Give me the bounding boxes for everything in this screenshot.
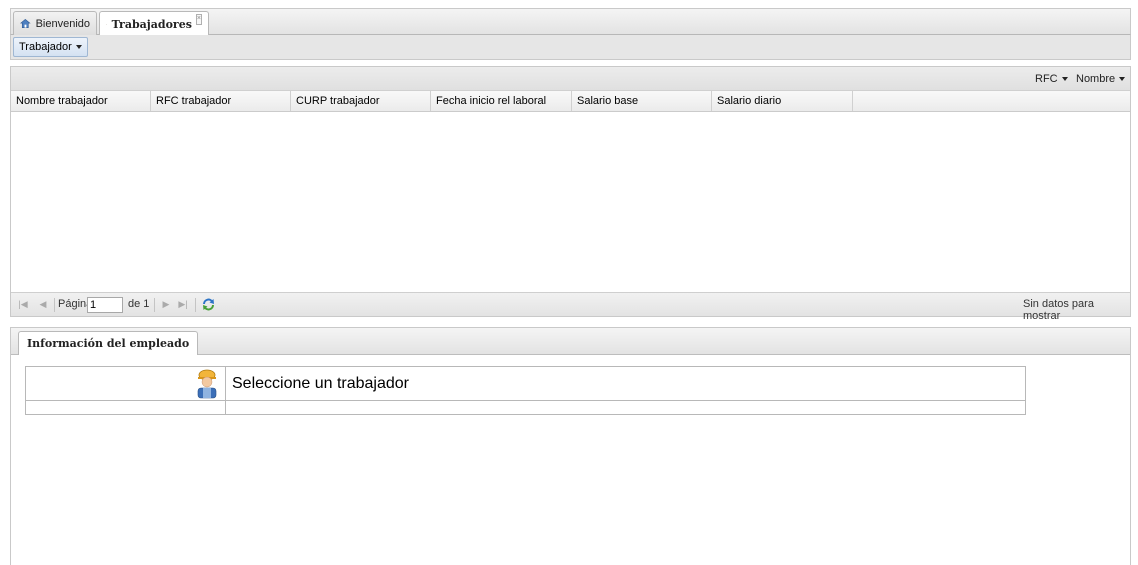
- empty-grid-message: Sin datos para mostrar: [1023, 298, 1094, 322]
- sort-rfc-label: RFC: [1035, 73, 1058, 85]
- tab-informacion-empleado[interactable]: Información del empleado: [18, 331, 199, 355]
- tab-bienvenido-label: Bienvenido: [35, 17, 90, 30]
- previous-page-icon[interactable]: ◀: [38, 299, 48, 310]
- page-of-label: de 1: [128, 298, 150, 310]
- employee-info-panel: Información del empleado Seleccione un t…: [10, 327, 1131, 565]
- tab-trabajadores[interactable]: Trabajadores ×: [99, 11, 209, 36]
- menu-toolbar: Trabajador: [10, 35, 1131, 60]
- refresh-icon[interactable]: [201, 297, 216, 312]
- col-nombre-trabajador[interactable]: Nombre trabajador: [11, 91, 151, 111]
- sort-rfc-button[interactable]: RFC: [1035, 73, 1068, 85]
- page-number-input[interactable]: [87, 297, 123, 313]
- tab-trabajadores-label: Trabajadores: [111, 17, 192, 31]
- col-salario-diario[interactable]: Salario diario: [712, 91, 853, 111]
- employee-detail-cell: [26, 401, 226, 414]
- col-curp-trabajador[interactable]: CURP trabajador: [291, 91, 431, 111]
- sort-nombre-label: Nombre: [1076, 73, 1116, 85]
- col-rfc-trabajador[interactable]: RFC trabajador: [151, 91, 291, 111]
- grid-body: [11, 112, 1130, 292]
- worker-avatar-icon: [197, 369, 217, 399]
- chevron-down-icon: [1119, 77, 1126, 81]
- grid-column-headers: Nombre trabajador RFC trabajador CURP tr…: [11, 91, 1130, 112]
- main-tab-bar: Bienvenido Trabajadores ×: [10, 8, 1131, 36]
- grid-header-toolbar: RFC Nombre: [11, 67, 1130, 91]
- first-page-icon[interactable]: |◀: [18, 299, 28, 310]
- sort-nombre-button[interactable]: Nombre: [1076, 73, 1126, 85]
- employee-photo-cell: [26, 367, 226, 401]
- tab-bienvenido[interactable]: Bienvenido: [13, 11, 97, 35]
- col-fecha-inicio[interactable]: Fecha inicio rel laboral: [431, 91, 572, 111]
- col-salario-base[interactable]: Salario base: [572, 91, 712, 111]
- paging-toolbar: |◀ ◀ Página de 1 ▶ ▶| Sin datos para mos…: [11, 292, 1130, 322]
- info-tab-bar: Información del empleado: [11, 328, 1130, 355]
- chevron-down-icon: [1061, 77, 1068, 81]
- employee-name-cell: Seleccione un trabajador: [226, 367, 1025, 401]
- trabajador-menu-button[interactable]: Trabajador: [13, 37, 88, 57]
- employee-summary-table: Seleccione un trabajador: [25, 366, 1026, 415]
- last-page-icon[interactable]: ▶|: [178, 299, 188, 310]
- worker-icon: [106, 23, 107, 25]
- select-worker-message: Seleccione un trabajador: [232, 375, 410, 392]
- next-page-icon[interactable]: ▶: [161, 299, 171, 310]
- workers-grid-panel: RFC Nombre Nombre trabajador RFC trabaja…: [10, 66, 1131, 322]
- close-tab-icon[interactable]: ×: [195, 13, 202, 25]
- chevron-down-icon: [75, 45, 82, 49]
- trabajador-menu-label: Trabajador: [19, 41, 72, 53]
- home-icon: [20, 18, 31, 28]
